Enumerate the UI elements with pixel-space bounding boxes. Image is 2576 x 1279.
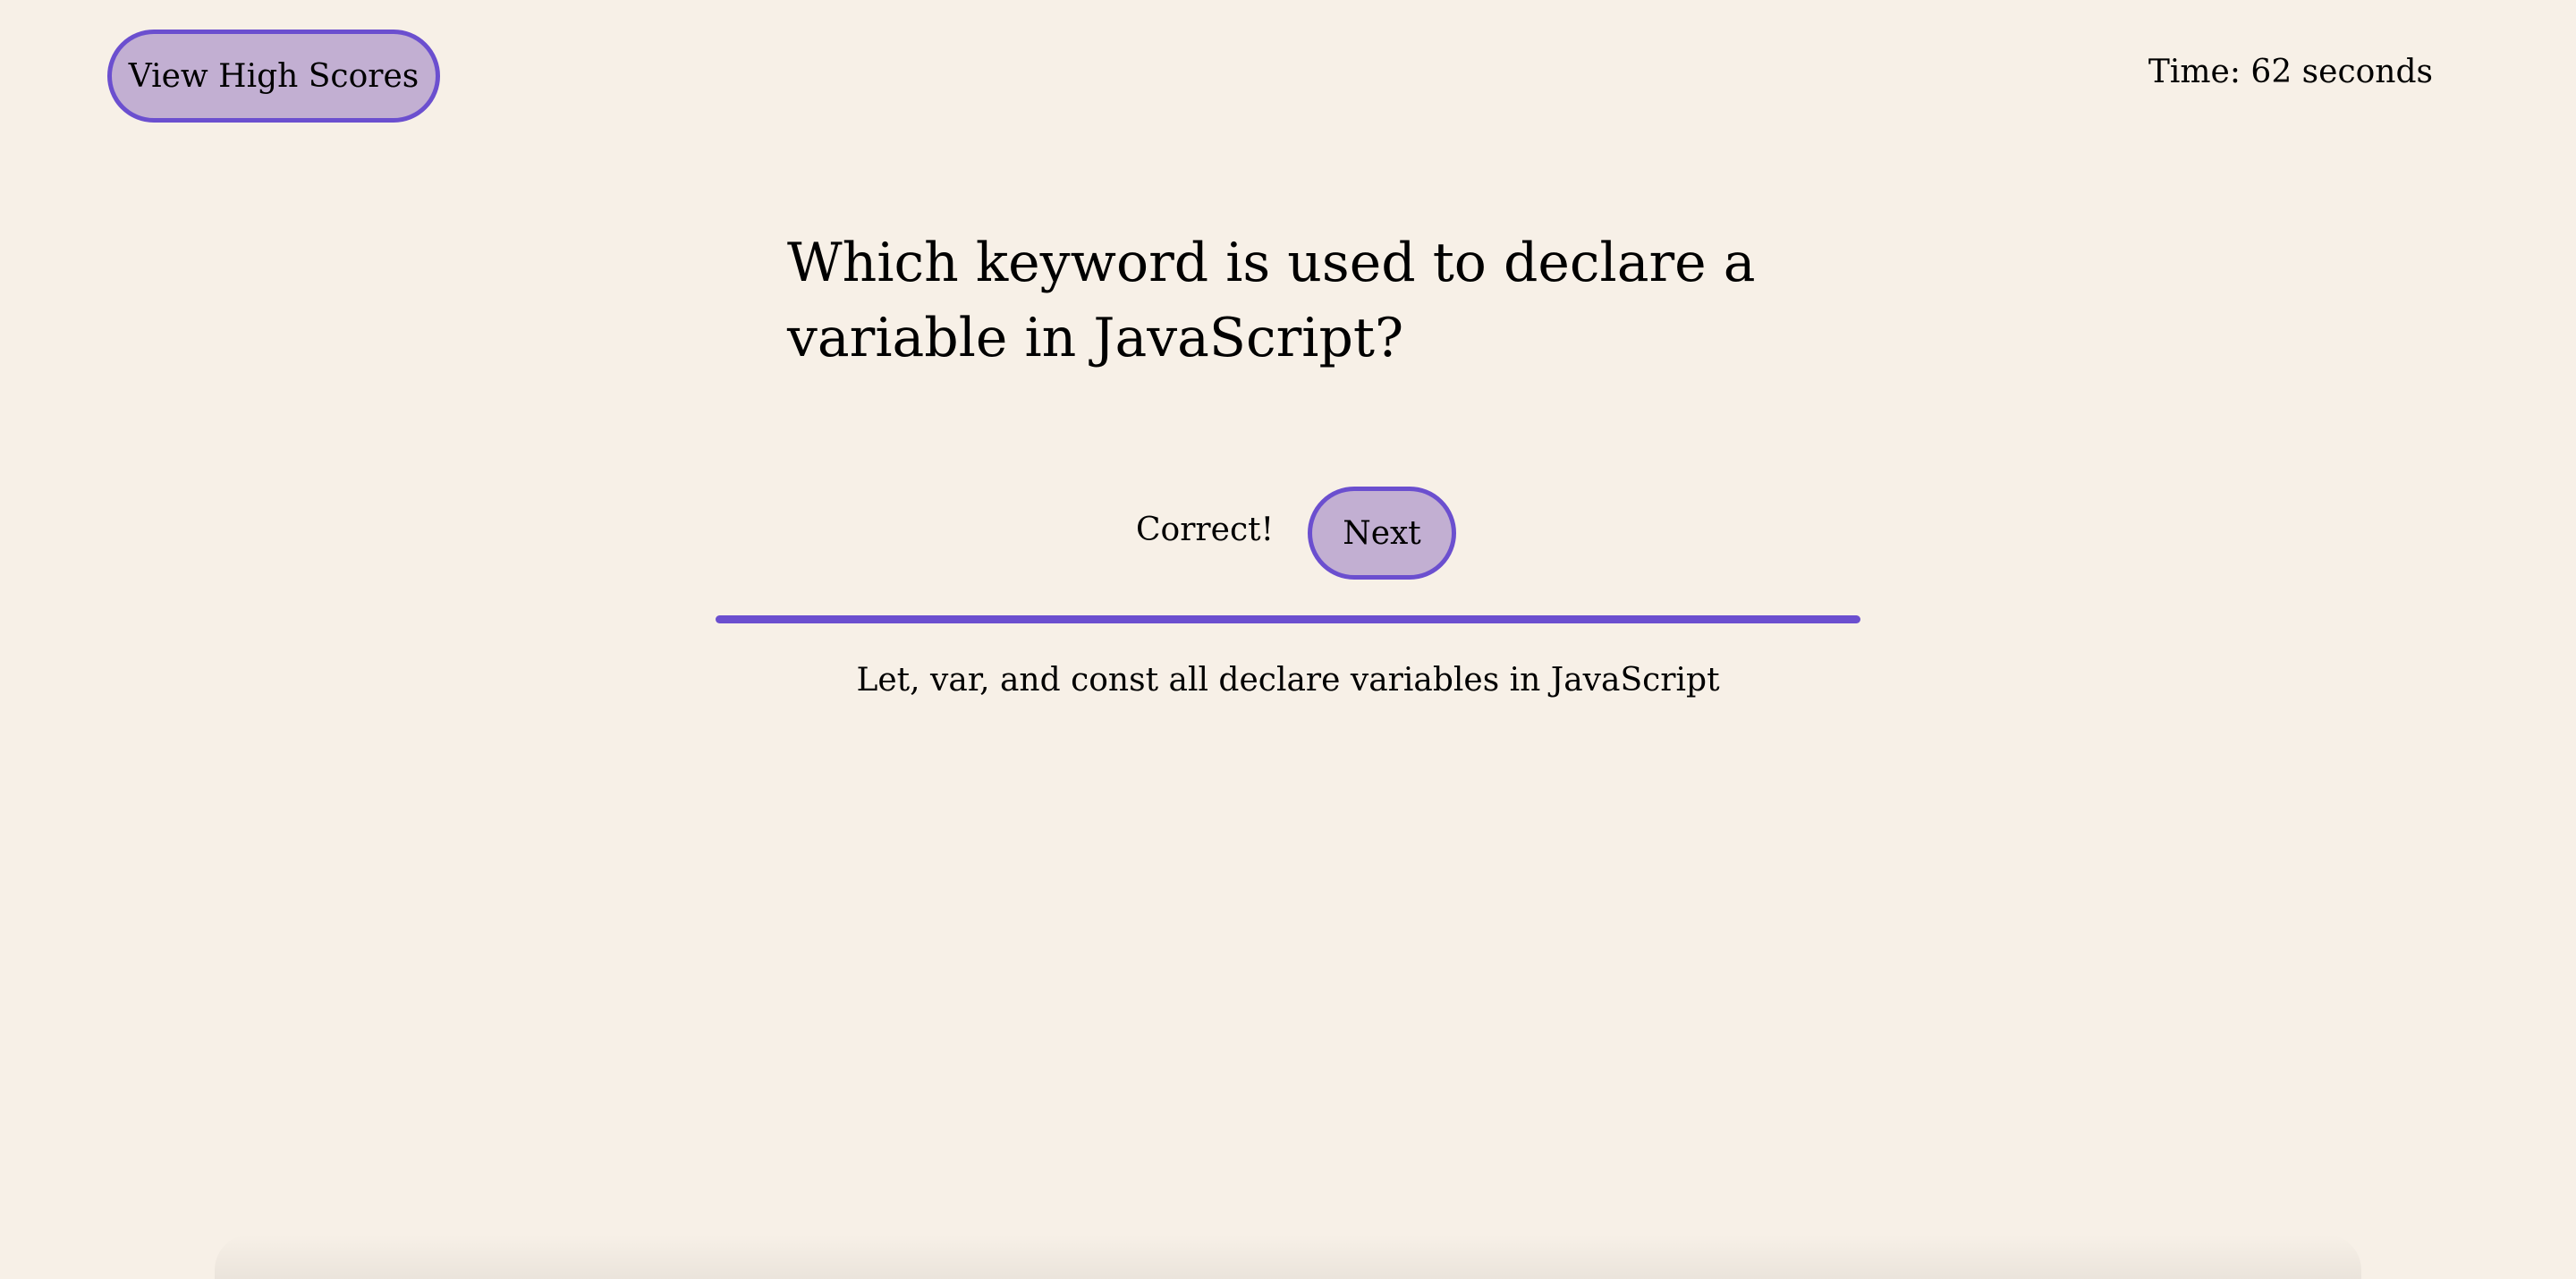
next-button[interactable]: Next — [1308, 487, 1456, 580]
feedback-row: Correct! Next — [0, 485, 2576, 580]
view-high-scores-button[interactable]: View High Scores — [107, 30, 440, 123]
bottom-shadow — [215, 1234, 2361, 1279]
answer-explanation: Let, var, and const all declare variable… — [856, 662, 1720, 699]
feedback-message: Correct! — [1136, 512, 1275, 548]
question-text: Which keyword is used to declare a varia… — [787, 232, 1756, 369]
divider-line — [716, 615, 1860, 623]
timer-display: Time: 62 seconds — [2148, 54, 2433, 90]
